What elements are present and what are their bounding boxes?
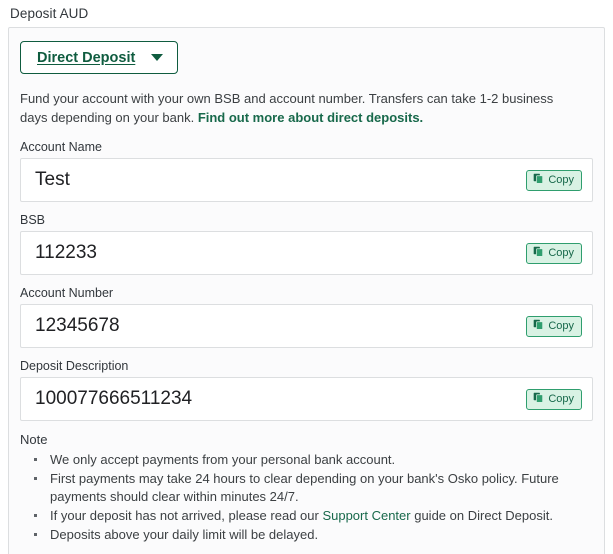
- copy-icon: [533, 171, 544, 189]
- field-value: 12345678: [35, 315, 120, 336]
- copy-button-account-number[interactable]: Copy: [526, 315, 582, 337]
- method-description: Fund your account with your own BSB and …: [20, 89, 568, 127]
- field-label: BSB: [20, 213, 46, 227]
- note-list: We only accept payments from your person…: [20, 451, 593, 544]
- copy-icon: [533, 390, 544, 408]
- note-item: Deposits above your daily limit will be …: [34, 526, 593, 544]
- note-item: First payments may take 24 hours to clea…: [34, 470, 593, 506]
- copy-button-account-name[interactable]: Copy: [526, 169, 582, 191]
- field-label: Deposit Description: [20, 359, 129, 373]
- page-title: Deposit AUD: [10, 6, 89, 21]
- field-value-box: 112233 Copy: [20, 231, 593, 275]
- field-value: Test: [35, 169, 70, 190]
- copy-button-label: Copy: [548, 392, 574, 405]
- field-account-number: Account Number 12345678 Copy: [20, 286, 593, 348]
- copy-button-label: Copy: [548, 246, 574, 259]
- field-value: 100077666511234: [35, 388, 193, 409]
- copy-icon: [533, 317, 544, 335]
- field-deposit-description: Deposit Description 100077666511234 Copy: [20, 359, 593, 421]
- copy-button-label: Copy: [548, 319, 574, 332]
- note-heading: Note: [20, 432, 48, 447]
- note-item-text-pre: If your deposit has not arrived, please …: [50, 508, 323, 523]
- field-label: Account Name: [20, 140, 102, 154]
- note-item: If your deposit has not arrived, please …: [34, 507, 593, 525]
- copy-icon: [533, 244, 544, 262]
- deposit-card: Direct Deposit Fund your account with yo…: [8, 27, 605, 554]
- note-item-text-post: guide on Direct Deposit.: [410, 508, 553, 523]
- deposit-details-list: Account Name Test Copy BSB 112233 Copy A…: [20, 140, 593, 421]
- copy-button-bsb[interactable]: Copy: [526, 242, 582, 264]
- deposit-aud-screen: Deposit AUD Direct Deposit Fund your acc…: [0, 0, 613, 554]
- field-value-box: 12345678 Copy: [20, 304, 593, 348]
- field-label: Account Number: [20, 286, 114, 300]
- note-item: We only accept payments from your person…: [34, 451, 593, 469]
- deposit-method-label: Direct Deposit: [37, 49, 136, 66]
- field-value-box: Test Copy: [20, 158, 593, 202]
- copy-button-deposit-description[interactable]: Copy: [526, 388, 582, 410]
- copy-button-label: Copy: [548, 173, 574, 186]
- field-value: 112233: [35, 242, 97, 263]
- support-center-link[interactable]: Support Center: [322, 508, 410, 523]
- field-bsb: BSB 112233 Copy: [20, 213, 593, 275]
- chevron-down-icon: [151, 54, 164, 61]
- direct-deposits-info-link[interactable]: Find out more about direct deposits.: [198, 110, 423, 125]
- deposit-method-dropdown[interactable]: Direct Deposit: [20, 41, 179, 74]
- card-content: Direct Deposit Fund your account with yo…: [9, 28, 604, 544]
- field-account-name: Account Name Test Copy: [20, 140, 593, 202]
- field-value-box: 100077666511234 Copy: [20, 377, 593, 421]
